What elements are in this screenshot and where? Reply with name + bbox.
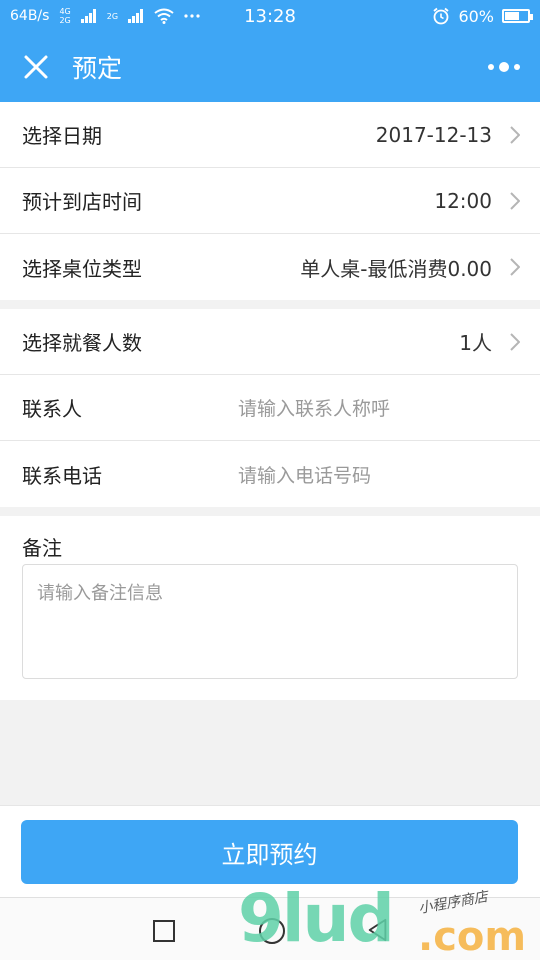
app-header: 预定: [0, 32, 540, 102]
row-value: 2017-12-13: [375, 122, 492, 147]
row-label: 预计到店时间: [22, 190, 142, 214]
signal-2g-icon: 2G: [106, 11, 119, 21]
booking-section-b: 选择就餐人数 1人 联系人 请输入联系人称呼 联系电话 请输入电话号码: [0, 309, 540, 507]
note-section: 备注 请输入备注信息: [0, 516, 540, 700]
chevron-right-icon: [510, 125, 520, 144]
more-dot-icon: [499, 62, 509, 72]
row-label: 选择日期: [22, 124, 102, 148]
row-party-size[interactable]: 选择就餐人数 1人: [0, 309, 540, 375]
row-contact-name: 联系人 请输入联系人称呼: [0, 375, 540, 441]
row-table-type[interactable]: 选择桌位类型 单人桌-最低消费0.00: [0, 234, 540, 300]
close-button[interactable]: [0, 32, 72, 102]
status-bar-left: 64B/s 4G 2G 2G: [10, 7, 200, 25]
note-label: 备注: [22, 536, 62, 560]
row-value: 1人: [459, 331, 492, 355]
close-icon: [24, 55, 48, 79]
book-now-button[interactable]: 立即预约: [21, 820, 518, 884]
status-bar: 64B/s 4G 2G 2G 13:28 60%: [0, 0, 540, 32]
more-dot-icon: [488, 64, 494, 70]
page-title: 预定: [72, 54, 123, 83]
row-label: 选择桌位类型: [22, 256, 142, 281]
battery-percent: 60%: [458, 6, 494, 26]
row-value: 12:00: [434, 188, 492, 213]
battery-fill: [505, 12, 519, 20]
contact-phone-label: 联系电话: [22, 463, 102, 488]
home-icon[interactable]: [259, 918, 285, 944]
chevron-right-icon: [510, 332, 520, 351]
row-arrival-time[interactable]: 预计到店时间 12:00: [0, 168, 540, 234]
more-options-button[interactable]: [488, 56, 520, 78]
signal-bars-icon-2: [128, 9, 144, 23]
android-nav-bar: [0, 897, 540, 960]
row-value: 单人桌-最低消费0.00: [300, 256, 492, 281]
more-dot-icon: [514, 64, 520, 70]
back-icon[interactable]: [366, 918, 390, 942]
contact-name-label: 联系人: [22, 397, 82, 421]
booking-section-a: 选择日期 2017-12-13 预计到店时间 12:00 选择桌位类型 单人桌-…: [0, 102, 540, 300]
network-speed: 64B/s: [10, 8, 50, 24]
signal-bars-icon: [80, 9, 96, 23]
chevron-right-icon: [510, 191, 520, 210]
alarm-icon: [433, 7, 450, 25]
contact-phone-input[interactable]: 请输入电话号码: [238, 441, 371, 507]
status-bar-right: 60%: [432, 6, 533, 26]
row-label: 选择就餐人数: [22, 331, 142, 355]
recent-apps-icon[interactable]: [153, 920, 175, 942]
contact-name-input[interactable]: 请输入联系人称呼: [238, 375, 390, 440]
battery-icon: [502, 9, 533, 23]
row-contact-phone: 联系电话 请输入电话号码: [0, 441, 540, 507]
more-notifications-icon: [184, 14, 200, 18]
note-textarea[interactable]: 请输入备注信息: [22, 564, 518, 679]
wifi-icon: [154, 8, 174, 24]
row-select-date[interactable]: 选择日期 2017-12-13: [0, 102, 540, 168]
bottom-action-bar: 立即预约: [0, 805, 540, 897]
signal-4g-icon: 4G 2G: [59, 7, 71, 25]
chevron-right-icon: [510, 258, 520, 276]
